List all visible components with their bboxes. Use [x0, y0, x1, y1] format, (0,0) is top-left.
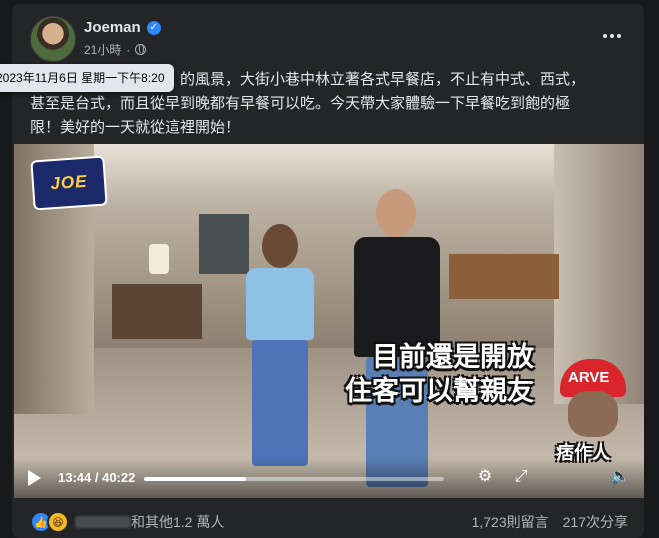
verified-icon: ✓	[146, 20, 161, 35]
channel-logo: JOE	[30, 155, 108, 211]
video-player[interactable]: JOE 目前還是開放 住客可以幫親友 ARVE 痞作人 13:44 / 40:2…	[14, 144, 644, 498]
globe-icon	[135, 44, 147, 55]
shares-count[interactable]: 217次分享	[563, 512, 628, 532]
volume-icon[interactable]: 🔈	[610, 468, 630, 486]
video-caption: 目前還是開放 住客可以幫親友	[345, 342, 534, 406]
blurred-names	[75, 516, 131, 528]
video-controls: 13:44 / 40:22 ⚙ ⤢ 🔈	[14, 458, 644, 498]
video-time: 13:44 / 40:22	[58, 470, 136, 485]
haha-icon[interactable]: 😆	[47, 511, 69, 533]
post-time[interactable]: 21小時	[84, 41, 121, 58]
sticker-graphic: ARVE 痞作人	[554, 359, 634, 469]
comments-count[interactable]: 1,723則留言	[472, 512, 549, 532]
avatar[interactable]	[30, 16, 76, 62]
person-man	[352, 189, 442, 489]
engagement-bar: 👍 😆 和其他1.2 萬人 1,723則留言 217次分享	[30, 510, 628, 534]
more-icon[interactable]	[598, 22, 626, 50]
timestamp-tooltip: 2023年11月6日 星期一下午8:20	[0, 64, 174, 92]
reactions-count[interactable]: 和其他1.2 萬人	[131, 512, 224, 532]
progress-bar[interactable]	[144, 477, 444, 481]
fullscreen-icon[interactable]: ⤢	[512, 468, 530, 486]
progress-fill	[144, 477, 246, 481]
settings-icon[interactable]: ⚙	[476, 468, 494, 486]
play-icon[interactable]	[28, 470, 41, 486]
author-name[interactable]: Joeman	[84, 19, 141, 36]
person-woman	[242, 224, 318, 469]
